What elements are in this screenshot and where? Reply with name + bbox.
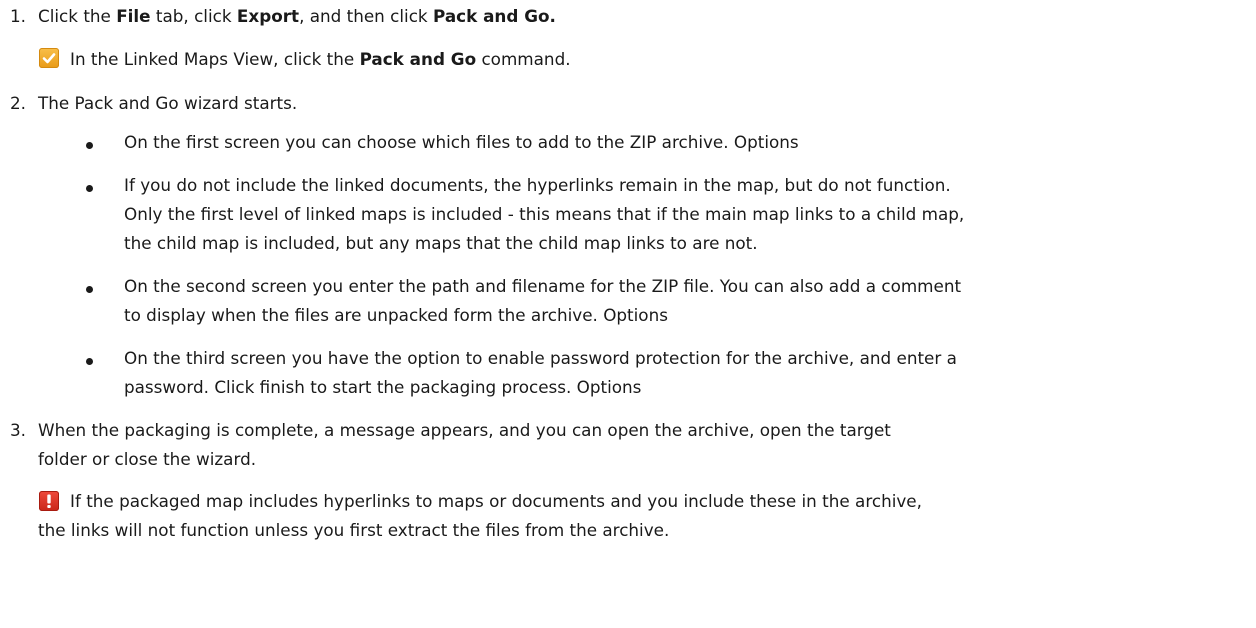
pack-and-go-label: Pack and Go. [432, 6, 556, 26]
step-text: The Pack and Go wizard starts. [38, 93, 298, 113]
warning-text: the links will not function unless you f… [38, 520, 670, 540]
bullet-dot [86, 286, 93, 293]
bullet-dot [86, 358, 93, 365]
step-text: When the packaging is complete, a messag… [38, 420, 891, 440]
tip-text: In the Linked Maps View, click the Pack … [70, 49, 571, 69]
step-number: 3. [10, 420, 27, 440]
bullet-text: Only the first level of linked maps is i… [124, 204, 965, 224]
step-number: 2. [10, 93, 27, 113]
step-text: Click the File tab, click Export, and th… [38, 6, 556, 26]
pack-and-go-command-label: Pack and Go [359, 49, 477, 69]
step-number: 1. [10, 6, 27, 26]
bullet-text: On the first screen you can choose which… [124, 132, 799, 152]
check-icon [39, 48, 59, 68]
bullet-dot [86, 185, 93, 192]
export-label: Export [236, 6, 300, 26]
bullet-text: the child map is included, but any maps … [124, 233, 758, 253]
bullet-text: On the second screen you enter the path … [124, 276, 962, 296]
step-text: folder or close the wizard. [38, 449, 257, 469]
bullet-text: On the third screen you have the option … [124, 348, 957, 368]
bullet-dot [86, 142, 93, 149]
bullet-text: password. Click finish to start the pack… [124, 377, 642, 397]
file-tab-label: File [116, 6, 151, 26]
warning-icon [39, 491, 59, 511]
bullet-text: If you do not include the linked documen… [124, 175, 951, 195]
bullet-text: to display when the files are unpacked f… [124, 305, 668, 325]
warning-text: If the packaged map includes hyperlinks … [70, 491, 922, 511]
